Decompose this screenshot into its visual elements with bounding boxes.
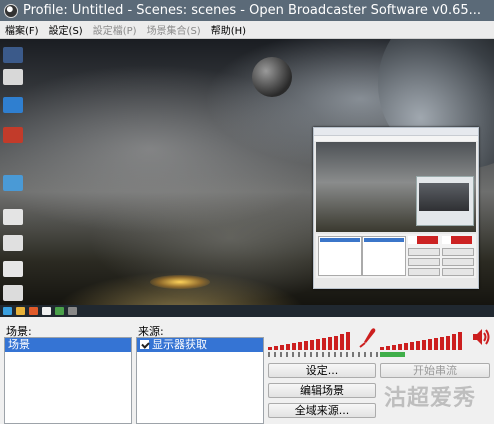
global-sources-button[interactable]: 全域来源... bbox=[268, 403, 376, 418]
preview-area[interactable] bbox=[0, 39, 494, 317]
source-item[interactable]: 显示器获取 bbox=[137, 338, 263, 352]
desktop-level-fill bbox=[380, 352, 405, 357]
desktop-icon bbox=[3, 127, 23, 143]
menu-help[interactable]: 帮助(H) bbox=[206, 22, 251, 37]
obs-logo-icon bbox=[4, 3, 18, 18]
desktop-icon bbox=[3, 235, 23, 251]
desktop-icon bbox=[3, 47, 23, 63]
desktop-volume-control[interactable] bbox=[380, 326, 492, 350]
title-bar: Profile: Untitled - Scenes: scenes - Ope… bbox=[0, 0, 494, 21]
source-visible-checkbox[interactable] bbox=[140, 340, 149, 349]
desktop-icon bbox=[3, 261, 23, 277]
mic-volume-control[interactable] bbox=[268, 326, 378, 350]
desktop-icon bbox=[3, 175, 23, 191]
watermark: 沽超爱秀 bbox=[384, 386, 477, 411]
nested-obs-window bbox=[313, 127, 479, 289]
start-streaming-button[interactable]: 开始串流 bbox=[380, 363, 490, 378]
desktop-icon bbox=[3, 285, 23, 301]
desktop-icon bbox=[3, 69, 23, 85]
desktop-icon bbox=[3, 97, 23, 113]
edit-scene-button[interactable]: 编辑场景 bbox=[268, 383, 376, 398]
desktop-icon bbox=[3, 209, 23, 225]
sources-list[interactable]: 显示器获取 bbox=[136, 337, 264, 424]
mic-level-meter bbox=[268, 352, 378, 357]
speaker-icon[interactable] bbox=[472, 326, 490, 348]
source-item-label: 显示器获取 bbox=[152, 338, 207, 351]
menu-bar: 檔案(F) 設定(S) 設定檔(P) 场景集合(S) 帮助(H) bbox=[0, 21, 494, 39]
scenes-list[interactable]: 场景 bbox=[4, 337, 132, 424]
scene-item[interactable]: 场景 bbox=[5, 338, 131, 352]
menu-settings[interactable]: 設定(S) bbox=[44, 22, 88, 37]
moon-graphic bbox=[252, 57, 292, 97]
horizon-glow bbox=[150, 275, 210, 289]
menu-file[interactable]: 檔案(F) bbox=[0, 22, 44, 37]
microphone-icon[interactable] bbox=[358, 326, 376, 348]
taskbar bbox=[0, 305, 494, 317]
settings-button[interactable]: 设定... bbox=[268, 363, 376, 378]
menu-profiles[interactable]: 設定檔(P) bbox=[88, 22, 142, 37]
menu-scene-collections[interactable]: 场景集合(S) bbox=[142, 22, 206, 37]
window-title: Profile: Untitled - Scenes: scenes - Ope… bbox=[23, 3, 482, 18]
